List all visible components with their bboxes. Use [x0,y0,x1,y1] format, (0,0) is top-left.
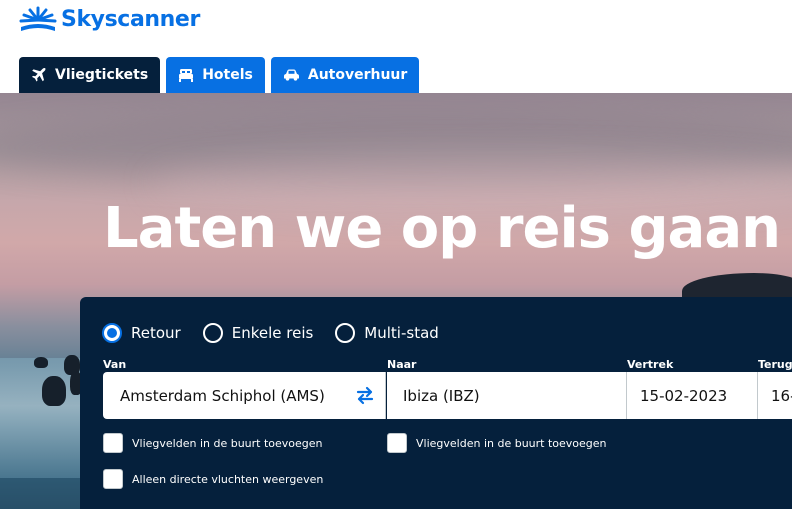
bed-icon [179,69,194,82]
return-label: Terug [758,358,792,371]
checkbox[interactable] [387,433,407,453]
trip-type-multi-stad[interactable]: Multi-stad [335,323,439,343]
trip-type-retour[interactable]: Retour [102,323,181,343]
radio-label: Enkele reis [231,324,314,342]
from-input[interactable]: Amsterdam Schiphol (AMS) [103,372,386,419]
direct-flights-only-option[interactable]: Alleen directe vluchten weergeven [103,469,323,489]
checkbox-label: Alleen directe vluchten weergeven [132,472,324,486]
hero-swimmer [34,357,48,368]
tab-vliegtickets[interactable]: Vliegtickets [19,57,161,93]
plane-icon [32,68,46,82]
checkbox-label: Vliegvelden in de buurt toevoegen [416,436,607,450]
swap-arrows-icon[interactable] [354,384,376,406]
nearby-airports-from-option[interactable]: Vliegvelden in de buurt toevoegen [103,433,323,453]
checkbox-label: Vliegvelden in de buurt toevoegen [132,436,323,450]
radio-button[interactable] [102,323,122,343]
tab-label: Hotels [202,67,253,83]
radio-button[interactable] [335,323,356,343]
radio-label: Retour [131,324,181,342]
product-tabs: Vliegtickets Hotels Autoverhuur [19,57,420,93]
trip-type-group: Retour Enkele reis Multi-stad [102,321,461,345]
checkbox[interactable] [103,469,123,489]
depart-date-input[interactable]: 15-02-2023 [627,372,758,419]
tab-label: Vliegtickets [55,67,149,83]
tab-label: Autoverhuur [307,67,408,83]
brand-name: Skyscanner [61,6,200,32]
from-label: Van [103,358,127,371]
car-icon [283,69,299,81]
radio-label: Multi-stad [364,324,439,342]
sunrise-icon [19,6,57,31]
hero-banner: Laten we op reis gaan Retour Enkele reis… [0,93,792,509]
hero-headline: Laten we op reis gaan [103,196,781,261]
flight-search-panel: Retour Enkele reis Multi-stad Van Naar V… [80,297,792,509]
tab-hotels[interactable]: Hotels [166,57,265,93]
hero-swimmer [42,376,66,406]
depart-label: Vertrek [627,358,674,371]
return-date-input[interactable]: 16- [758,372,792,419]
to-label: Naar [387,358,417,371]
checkbox[interactable] [103,433,123,453]
nearby-airports-to-option[interactable]: Vliegvelden in de buurt toevoegen [387,433,607,453]
skyscanner-logo[interactable]: Skyscanner [19,4,200,34]
radio-button[interactable] [202,323,223,343]
to-input[interactable]: Ibiza (IBZ) [387,372,627,419]
trip-type-enkele-reis[interactable]: Enkele reis [202,323,314,343]
tab-autoverhuur[interactable]: Autoverhuur [270,57,420,93]
